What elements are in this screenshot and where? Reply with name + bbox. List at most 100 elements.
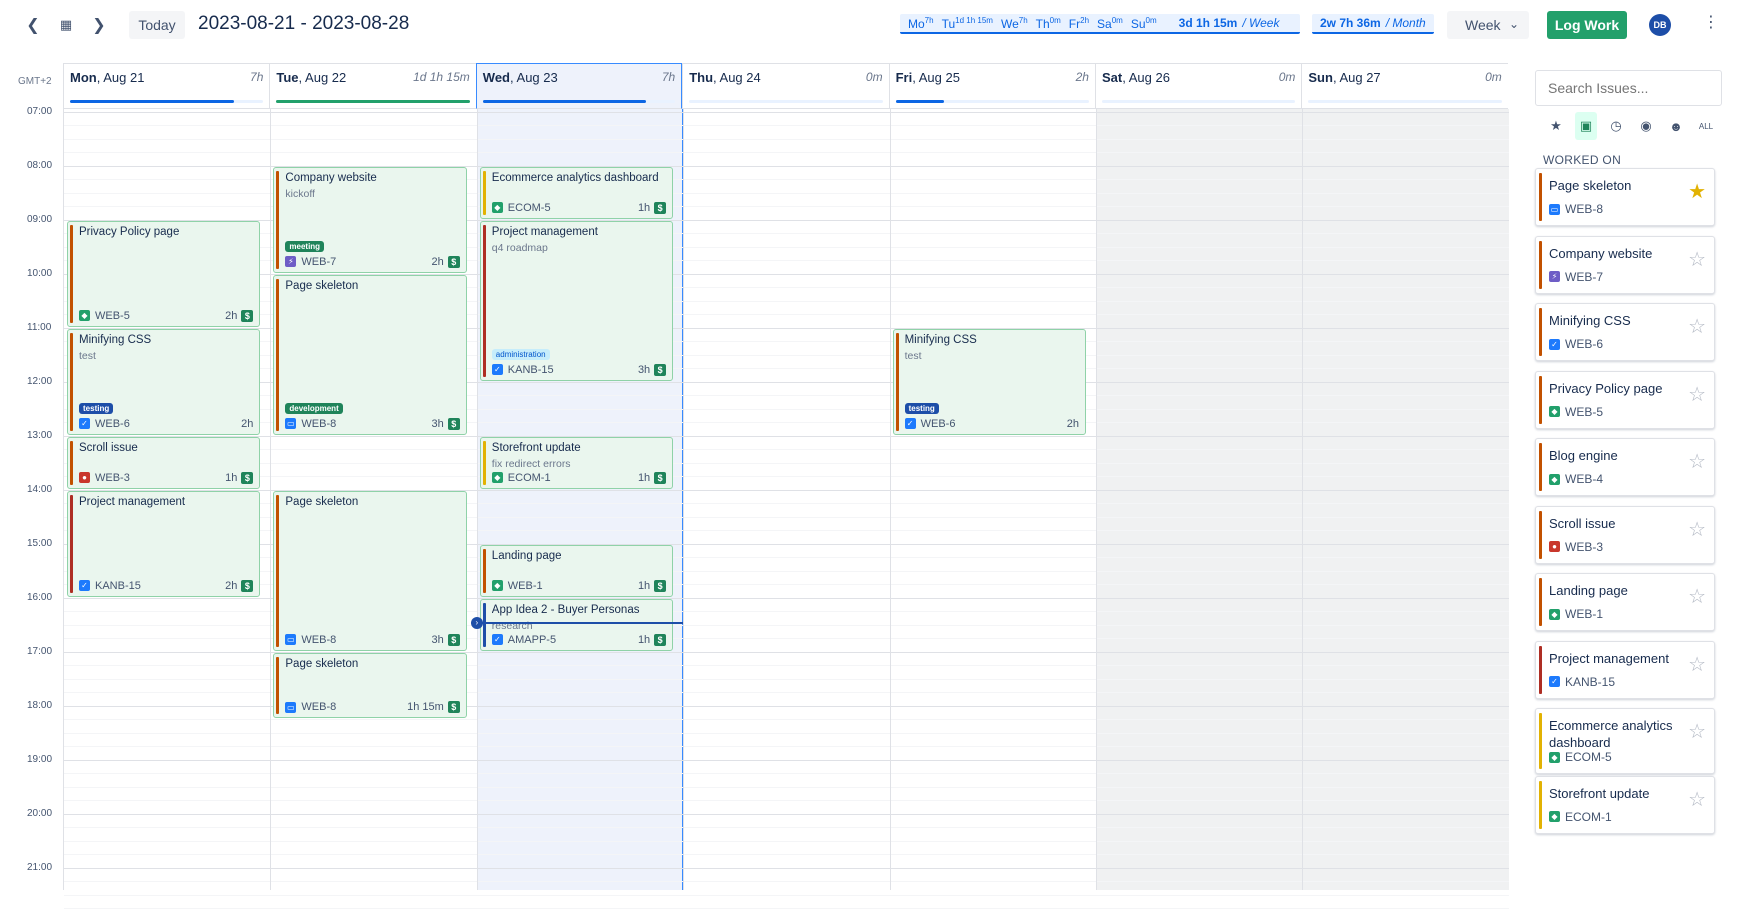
hour-label: 08:00 xyxy=(27,159,53,171)
chevron-down-icon: ⌄ xyxy=(1508,17,1519,31)
event-description: kickoff xyxy=(285,187,315,200)
worklog-event[interactable]: Minifying CSS test testing ✓ WEB-6 2h xyxy=(892,328,1086,435)
worklog-event[interactable]: Ecommerce analytics dashboard ◆ ECOM-5 1h $ xyxy=(479,166,674,219)
star-icon[interactable]: ★ xyxy=(1688,179,1706,204)
worklog-event[interactable]: Storefront update fix redirect errors ◆ ECO… xyxy=(479,436,674,489)
subtask-type-icon: ▭ xyxy=(1549,203,1560,215)
issue-card[interactable]: Scroll issue ● WEB-3 ☆ xyxy=(1535,505,1715,564)
duration-text: 2h xyxy=(431,255,444,268)
task-type-icon: ✓ xyxy=(491,364,503,376)
issue-card[interactable]: Project management ✓ KANB-15 ☆ xyxy=(1535,640,1715,699)
day-divider xyxy=(270,109,272,890)
worklog-event[interactable]: Scroll issue ● WEB-3 1h $ xyxy=(67,436,261,489)
worklog-event[interactable]: Page skeleton development ▭ WEB-8 3h $ xyxy=(273,274,467,435)
star-icon[interactable]: ☆ xyxy=(1688,719,1706,744)
star-icon[interactable]: ★ xyxy=(1545,112,1567,140)
more-options-icon[interactable]: ⋮ xyxy=(1703,12,1719,32)
avatar[interactable]: DB xyxy=(1649,14,1671,36)
worklog-event[interactable]: Project management ✓ KANB-15 2h $ xyxy=(67,490,261,597)
task-type-icon: ✓ xyxy=(79,418,90,430)
calendar-picker-button[interactable]: ▦ xyxy=(55,12,77,38)
day-header[interactable]: Tue, Aug 22 1d 1h 15m xyxy=(269,63,476,109)
worklog-event[interactable]: Project management q4 roadmap administrati… xyxy=(479,220,674,381)
duration-text: 3h xyxy=(431,417,444,430)
week-unit: / Week xyxy=(1242,16,1280,30)
search-issues-input[interactable] xyxy=(1535,70,1722,106)
event-title: Landing page xyxy=(491,549,562,562)
worklog-event[interactable]: Page skeleton ▭ WEB-8 1h 15m $ xyxy=(273,652,467,719)
star-icon[interactable]: ☆ xyxy=(1688,314,1706,339)
day-header[interactable]: Sun, Aug 27 0m xyxy=(1301,63,1508,109)
day-header[interactable]: Wed, Aug 23 7h xyxy=(475,63,683,109)
hour-label: 21:00 xyxy=(27,861,53,873)
event-title: Page skeleton xyxy=(285,495,359,508)
billable-icon: $ xyxy=(447,255,460,268)
event-title: Storefront update xyxy=(491,441,581,454)
month-summary-bar[interactable]: 2w 7h 36m / Month xyxy=(1312,14,1434,34)
issues-sidebar: ★ ▣ ◷ ◉ ☻ ALL WORKED ON Page skeleton ▭ WEB-8 ★ C… xyxy=(1535,70,1743,890)
day-header[interactable]: Thu, Aug 24 0m xyxy=(682,63,889,109)
duration-text: 2h xyxy=(225,309,238,322)
star-icon[interactable]: ☆ xyxy=(1688,247,1706,272)
day-header[interactable]: Mon, Aug 21 7h xyxy=(63,63,270,109)
worklog-event[interactable]: Privacy Policy page ◆ WEB-5 2h $ xyxy=(67,220,261,327)
worklog-event[interactable]: Landing page ◆ WEB-1 1h $ xyxy=(479,544,674,597)
event-title: Company website xyxy=(285,171,377,184)
clock-icon[interactable]: ◷ xyxy=(1605,112,1627,140)
worklog-event[interactable]: Minifying CSS test testing ✓ WEB-6 2h xyxy=(67,328,261,435)
day-divider xyxy=(683,109,685,890)
issue-title: Blog engine xyxy=(1549,448,1618,463)
current-time-line xyxy=(476,622,684,624)
issue-card[interactable]: Privacy Policy page ◆ WEB-5 ☆ xyxy=(1535,370,1715,429)
issue-card[interactable]: Landing page ◆ WEB-1 ☆ xyxy=(1535,573,1715,631)
issue-card[interactable]: Minifying CSS ✓ WEB-6 ☆ xyxy=(1535,303,1715,361)
eye-icon[interactable]: ◉ xyxy=(1635,112,1657,140)
view-select[interactable]: Week ⌄ xyxy=(1447,11,1529,39)
next-week-button[interactable]: ❯ xyxy=(88,12,110,38)
star-icon[interactable]: ☆ xyxy=(1688,382,1706,407)
today-button[interactable]: Today xyxy=(129,11,185,39)
day-date: , Aug 23 xyxy=(510,70,558,85)
all-icon[interactable]: ALL xyxy=(1695,112,1717,140)
issue-card[interactable]: Page skeleton ▭ WEB-8 ★ xyxy=(1535,168,1715,226)
worklog-event[interactable]: App Idea 2 - Buyer Personas research ✓ AMAP… xyxy=(479,598,674,651)
issue-filter-bar: ★ ▣ ◷ ◉ ☻ ALL xyxy=(1545,112,1717,140)
issue-card[interactable]: Company website ⚡ WEB-7 ☆ xyxy=(1535,235,1715,294)
previous-week-button[interactable]: ❮ xyxy=(22,12,44,38)
day-header[interactable]: Sat, Aug 26 0m xyxy=(1095,63,1302,109)
view-select-value: Week xyxy=(1465,17,1501,33)
user-icon[interactable]: ☻ xyxy=(1665,112,1687,140)
time-grid[interactable]: Privacy Policy page ◆ WEB-5 2h $ Minifying CS… xyxy=(63,109,1509,909)
quarter-gridline xyxy=(64,732,1509,734)
issue-title: Page skeleton xyxy=(1549,178,1632,193)
day-header[interactable]: Fri, Aug 25 2h xyxy=(888,63,1095,109)
week-summary-day: Th0m xyxy=(1036,16,1061,31)
issue-color-strip xyxy=(1539,173,1542,221)
star-icon[interactable]: ☆ xyxy=(1688,787,1706,812)
briefcase-icon[interactable]: ▣ xyxy=(1575,112,1597,140)
issue-key-text: WEB-8 xyxy=(301,701,337,714)
duration-text: 3h xyxy=(637,363,651,376)
week-day-total: 7h xyxy=(1018,15,1028,25)
event-title: Page skeleton xyxy=(285,279,359,292)
week-summary-bar[interactable]: Mo7h Tu1d 1h 15m We7h Th0m Fr2h Sa0m Su0m 3d 1… xyxy=(900,14,1300,34)
issue-color-strip xyxy=(1539,375,1542,424)
worklog-event[interactable]: Company website kickoff meeting ⚡ WEB-7 2h $ xyxy=(273,166,467,273)
star-icon[interactable]: ☆ xyxy=(1688,449,1706,474)
issue-card[interactable]: Storefront update ◆ ECOM-1 ☆ xyxy=(1535,775,1715,834)
day-weekday: Mon xyxy=(70,70,97,85)
event-color-strip xyxy=(482,170,486,215)
billable-icon: $ xyxy=(447,417,460,430)
subtask-type-icon: ▭ xyxy=(285,634,297,646)
star-icon[interactable]: ☆ xyxy=(1688,584,1706,609)
issue-card[interactable]: Blog engine ◆ WEB-4 ☆ xyxy=(1535,438,1715,496)
log-work-button[interactable]: Log Work xyxy=(1547,11,1627,39)
star-icon[interactable]: ☆ xyxy=(1688,652,1706,677)
duration-text: 1h 15m xyxy=(407,701,444,714)
worklog-event[interactable]: Page skeleton ▭ WEB-8 3h $ xyxy=(273,490,467,651)
star-icon[interactable]: ☆ xyxy=(1688,517,1706,542)
calendar-week-view: GMT+2 Mon, Aug 21 7h Tue, Aug 22 1d 1h 15m W… xyxy=(0,63,1509,909)
issue-card[interactable]: Ecommerce analytics dashboard ◆ ECOM-5 ☆ xyxy=(1535,708,1715,774)
event-description: q4 roadmap xyxy=(491,241,548,254)
chevron-right-icon: ❯ xyxy=(92,17,106,34)
